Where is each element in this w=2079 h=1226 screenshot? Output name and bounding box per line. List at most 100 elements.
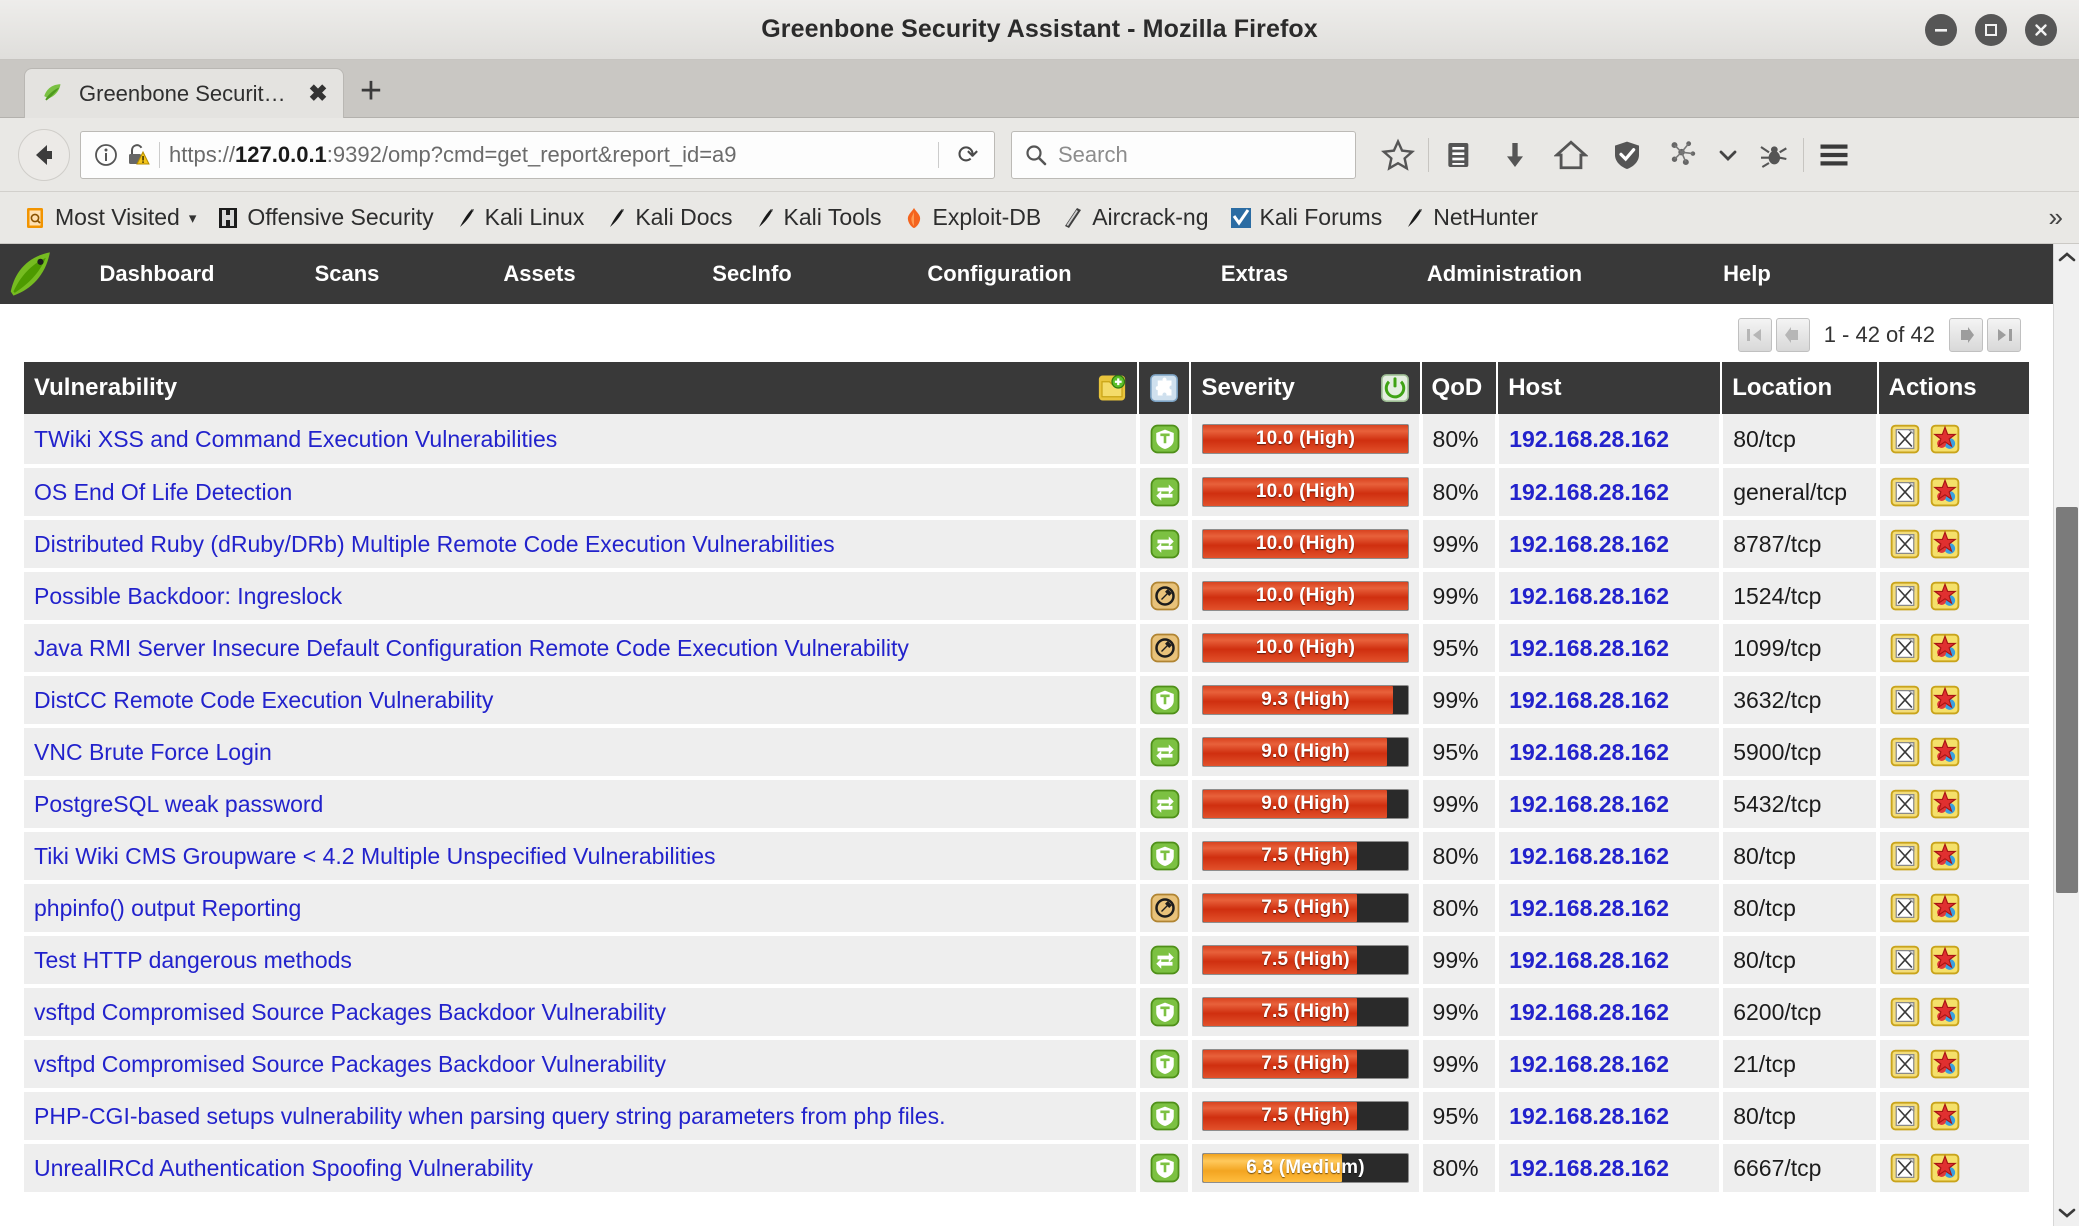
add-override-icon[interactable] (1930, 424, 1960, 454)
gsa-menu-help[interactable]: Help (1632, 261, 1862, 287)
reload-icon[interactable]: ⟳ (948, 135, 988, 175)
gsa-menu-extras[interactable]: Extras (1132, 261, 1377, 287)
vulnerability-link[interactable]: DistCC Remote Code Execution Vulnerabili… (34, 687, 493, 713)
host-link[interactable]: 192.168.28.162 (1509, 895, 1669, 921)
gsa-menu-assets[interactable]: Assets (442, 261, 637, 287)
insect-addon-icon[interactable] (1745, 129, 1801, 181)
vulnerability-link[interactable]: Possible Backdoor: Ingreslock (34, 583, 342, 609)
tab-close-icon[interactable]: ✖ (305, 82, 331, 105)
vulnerability-link[interactable]: PHP-CGI-based setups vulnerability when … (34, 1103, 945, 1129)
host-link[interactable]: 192.168.28.162 (1509, 947, 1669, 973)
vulnerability-link[interactable]: Java RMI Server Insecure Default Configu… (34, 635, 909, 661)
vulnerability-link[interactable]: PostgreSQL weak password (34, 791, 323, 817)
add-override-icon[interactable] (1930, 1153, 1960, 1183)
add-note-icon[interactable] (1890, 477, 1920, 507)
vulnerability-link[interactable]: UnrealIRCd Authentication Spoofing Vulne… (34, 1155, 533, 1181)
library-icon[interactable] (1431, 129, 1487, 181)
home-icon[interactable] (1543, 129, 1599, 181)
gsa-menu-secinfo[interactable]: SecInfo (637, 261, 867, 287)
site-identity[interactable] (93, 142, 150, 168)
column-header-solution-type[interactable] (1138, 362, 1192, 414)
close-button[interactable] (2025, 14, 2057, 46)
host-link[interactable]: 192.168.28.162 (1509, 583, 1669, 609)
column-header-severity[interactable]: Severity (1190, 362, 1422, 414)
gsa-menu-administration[interactable]: Administration (1377, 261, 1632, 287)
vulnerability-link[interactable]: Distributed Ruby (dRuby/DRb) Multiple Re… (34, 531, 835, 557)
puzzle-piece-icon[interactable] (1149, 373, 1179, 403)
add-note-icon[interactable] (1890, 529, 1920, 559)
solution-type-willnotfix-icon[interactable] (1150, 789, 1180, 819)
gsa-menu-dashboard[interactable]: Dashboard (62, 261, 252, 287)
minimize-button[interactable] (1925, 14, 1957, 46)
add-note-icon[interactable] (1890, 841, 1920, 871)
host-link[interactable]: 192.168.28.162 (1509, 635, 1669, 661)
add-override-icon[interactable] (1930, 841, 1960, 871)
hamburger-menu-icon[interactable] (1806, 129, 1862, 181)
solution-type-willnotfix-icon[interactable] (1150, 737, 1180, 767)
new-tab-button[interactable]: + (344, 68, 398, 118)
add-note-icon[interactable] (1890, 1101, 1920, 1131)
scroll-down-icon[interactable] (2054, 1200, 2079, 1226)
bookmark-aircrack-ng[interactable]: Aircrack-ng (1051, 198, 1218, 238)
host-link[interactable]: 192.168.28.162 (1509, 1103, 1669, 1129)
solution-type-vendorfix-icon[interactable] (1150, 841, 1180, 871)
vulnerability-link[interactable]: Tiki Wiki CMS Groupware < 4.2 Multiple U… (34, 843, 716, 869)
downloads-icon[interactable] (1487, 129, 1543, 181)
bookmark-kali-linux[interactable]: Kali Linux (444, 198, 595, 238)
host-link[interactable]: 192.168.28.162 (1509, 531, 1669, 557)
host-link[interactable]: 192.168.28.162 (1509, 687, 1669, 713)
vulnerability-link[interactable]: OS End Of Life Detection (34, 479, 292, 505)
add-override-icon[interactable] (1930, 1049, 1960, 1079)
last-page-button[interactable] (1987, 318, 2021, 352)
add-override-icon[interactable] (1930, 529, 1960, 559)
host-link[interactable]: 192.168.28.162 (1509, 426, 1669, 452)
maximize-button[interactable] (1975, 14, 2007, 46)
bookmark-offensive-security[interactable]: Offensive Security (206, 198, 443, 238)
host-link[interactable]: 192.168.28.162 (1509, 479, 1669, 505)
add-override-icon[interactable] (1930, 997, 1960, 1027)
solution-type-willnotfix-icon[interactable] (1150, 477, 1180, 507)
solution-type-vendorfix-icon[interactable] (1150, 1153, 1180, 1183)
add-note-icon[interactable] (1890, 945, 1920, 975)
vulnerability-link[interactable]: phpinfo() output Reporting (34, 895, 301, 921)
add-note-icon[interactable] (1890, 424, 1920, 454)
vulnerability-link[interactable]: TWiki XSS and Command Execution Vulnerab… (34, 426, 557, 452)
add-override-icon[interactable] (1930, 685, 1960, 715)
vulnerability-link[interactable]: vsftpd Compromised Source Packages Backd… (34, 999, 666, 1025)
info-icon[interactable] (93, 142, 119, 168)
next-page-button[interactable] (1949, 318, 1983, 352)
folder-add-icon[interactable] (1097, 373, 1127, 403)
greenbone-logo-icon[interactable] (0, 244, 62, 304)
solution-type-vendorfix-icon[interactable] (1150, 1101, 1180, 1131)
solution-type-vendorfix-icon[interactable] (1150, 685, 1180, 715)
power-toggle-icon[interactable] (1380, 373, 1410, 403)
add-override-icon[interactable] (1930, 789, 1960, 819)
scrollbar-thumb[interactable] (2055, 507, 2078, 893)
bookmark-nethunter[interactable]: NetHunter (1392, 198, 1548, 238)
vulnerability-link[interactable]: Test HTTP dangerous methods (34, 947, 352, 973)
first-page-button[interactable] (1737, 318, 1772, 352)
solution-type-workaround-icon[interactable] (1150, 633, 1180, 663)
add-override-icon[interactable] (1930, 581, 1960, 611)
bookmark-star-icon[interactable] (1370, 129, 1426, 181)
shield-check-icon[interactable] (1599, 129, 1655, 181)
column-header-vulnerability[interactable]: Vulnerability (24, 362, 1139, 414)
add-note-icon[interactable] (1890, 1153, 1920, 1183)
url-bar[interactable]: https://127.0.0.1:9392/omp?cmd=get_repor… (80, 130, 995, 179)
solution-type-willnotfix-icon[interactable] (1150, 529, 1180, 559)
column-header-location[interactable]: Location (1721, 362, 1879, 414)
vulnerability-link[interactable]: VNC Brute Force Login (34, 739, 272, 765)
previous-page-button[interactable] (1775, 318, 1810, 352)
add-note-icon[interactable] (1890, 737, 1920, 767)
bookmark-exploit-db[interactable]: Exploit-DB (892, 198, 1052, 238)
gsa-menu-configuration[interactable]: Configuration (867, 261, 1132, 287)
add-override-icon[interactable] (1930, 893, 1960, 923)
host-link[interactable]: 192.168.28.162 (1509, 1051, 1669, 1077)
vulnerability-link[interactable]: vsftpd Compromised Source Packages Backd… (34, 1051, 666, 1077)
solution-type-vendorfix-icon[interactable] (1150, 1049, 1180, 1079)
addon-scatter-icon[interactable] (1655, 129, 1711, 181)
add-note-icon[interactable] (1890, 789, 1920, 819)
add-override-icon[interactable] (1930, 633, 1960, 663)
bookmark-kali-forums[interactable]: Kali Forums (1219, 198, 1393, 238)
host-link[interactable]: 192.168.28.162 (1509, 739, 1669, 765)
